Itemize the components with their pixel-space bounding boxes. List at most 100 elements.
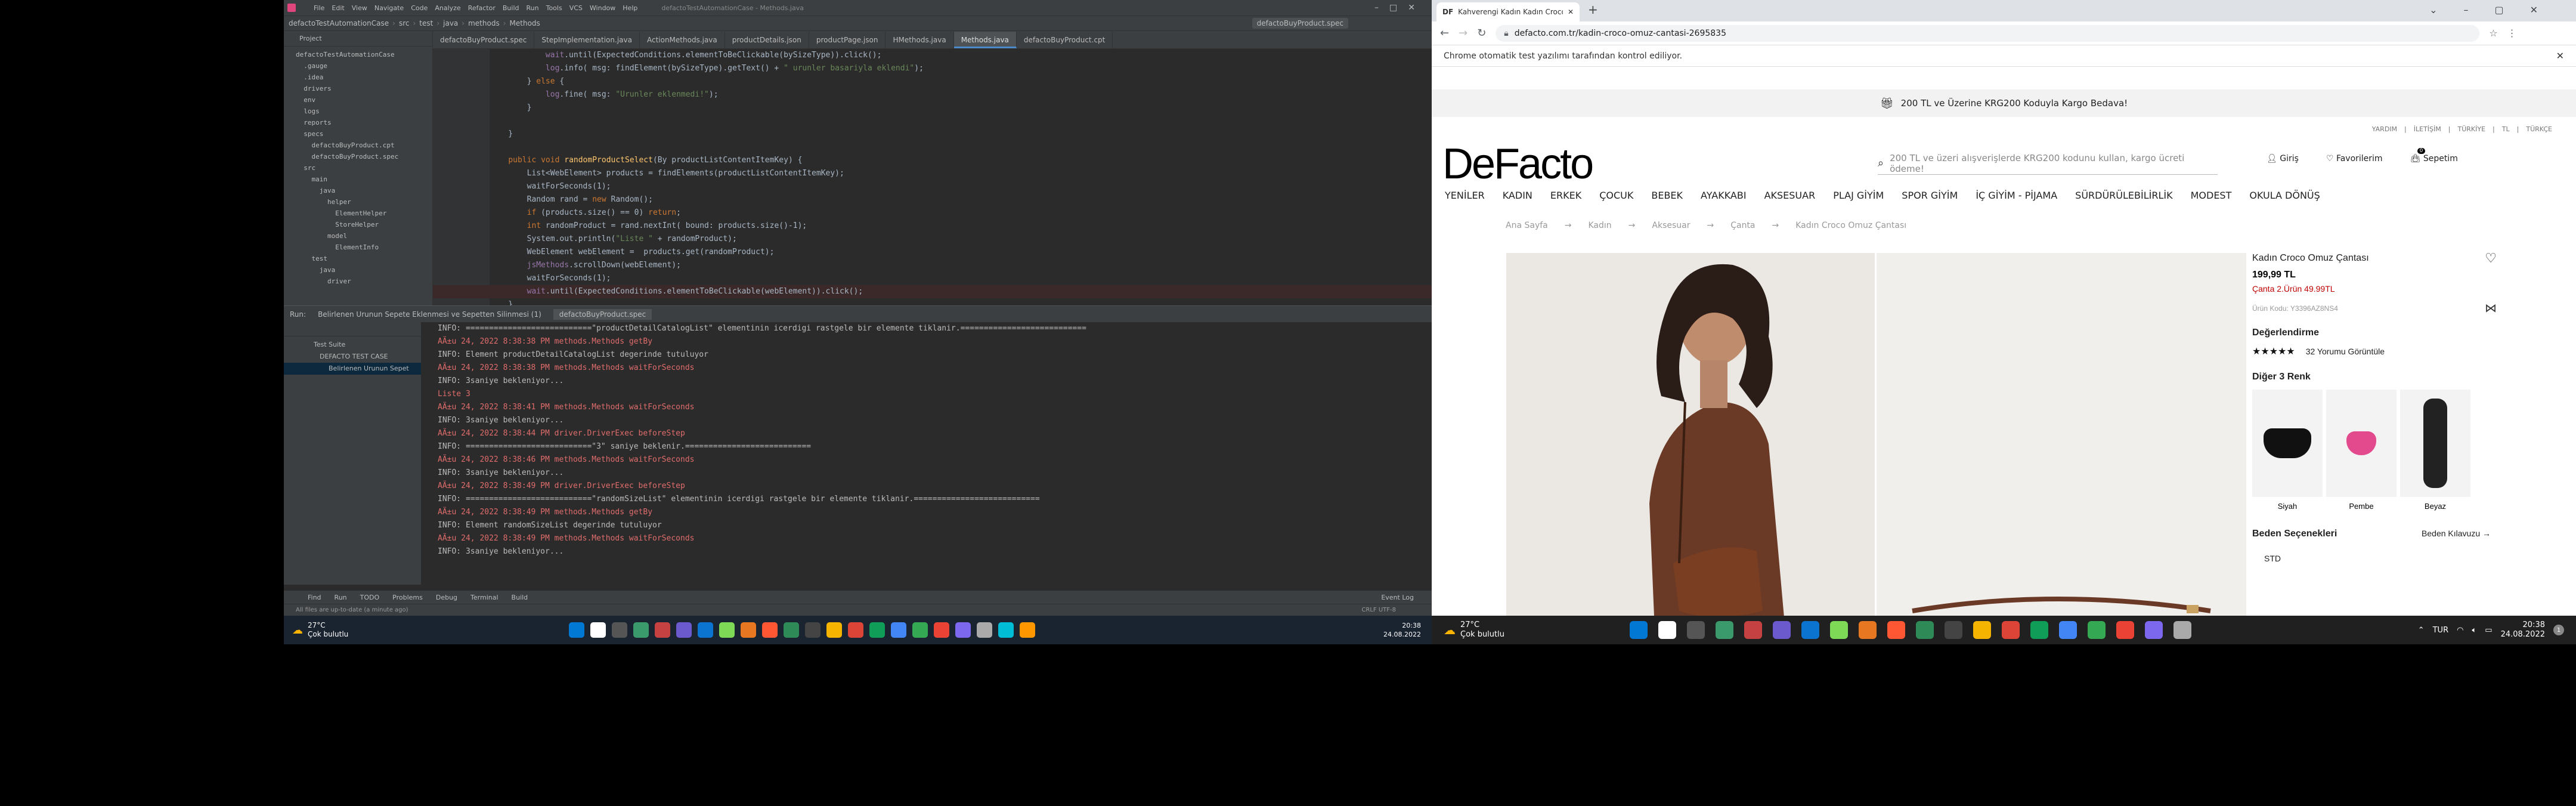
scenario-node[interactable]: Belirlenen Urunun Sepet xyxy=(284,363,421,375)
window-controls[interactable]: ⌄–▢✕ xyxy=(2429,4,2564,16)
project-tree-item[interactable]: drivers xyxy=(296,83,432,94)
code-line[interactable]: wait.until(ExpectedConditions.elementToB… xyxy=(490,285,1432,298)
run-tab-scenario[interactable]: Belirlenen Urunun Sepete Eklenmesi ve Se… xyxy=(318,310,541,319)
breadcrumb-item[interactable]: Ana Sayfa xyxy=(1506,221,1548,230)
project-tree-item[interactable]: driver xyxy=(296,276,432,287)
project-tree-item[interactable]: .idea xyxy=(296,72,432,83)
code-line[interactable]: wait.until(ExpectedConditions.elementToB… xyxy=(490,49,1432,62)
project-tree-item[interactable]: .gauge xyxy=(296,60,432,72)
taskbar-app-icon[interactable] xyxy=(1715,621,1733,639)
project-tree-item[interactable]: ElementHelper xyxy=(296,208,432,219)
wifi-icon[interactable]: ◠ xyxy=(2457,626,2463,635)
tool-tab-problems[interactable]: Problems xyxy=(392,594,423,601)
taskbar-app-icon[interactable] xyxy=(2001,621,2020,639)
color-option-pink[interactable]: Pembe xyxy=(2326,390,2397,511)
color-option-white[interactable]: Beyaz xyxy=(2400,390,2470,511)
project-tree-item[interactable]: main xyxy=(296,174,432,185)
code-editor[interactable]: wait.until(ExpectedConditions.elementToB… xyxy=(490,49,1432,309)
favorites-link[interactable]: ♡ Favorilerim xyxy=(2326,154,2383,163)
taskbar-app-icon[interactable] xyxy=(998,622,1014,638)
category-nav-item[interactable]: ERKEK xyxy=(1550,190,1581,201)
util-link[interactable]: YARDIM xyxy=(2372,125,2397,133)
code-line[interactable]: } else { xyxy=(490,75,1432,88)
weather-widget[interactable]: 27°C Çok bulutlu xyxy=(308,621,348,639)
category-nav-item[interactable]: AKSESUAR xyxy=(1764,190,1816,201)
menu-tools[interactable]: Tools xyxy=(546,4,562,12)
util-link[interactable]: TL xyxy=(2502,125,2510,133)
editor-tab[interactable]: productDetails.json xyxy=(725,32,809,48)
taskbar-app-icon[interactable] xyxy=(569,622,585,638)
run-console[interactable]: INFO: ==========================="produc… xyxy=(421,322,1432,585)
size-option-std[interactable]: STD xyxy=(2264,554,2491,563)
campaign-text[interactable]: Çanta 2.Ürün 49.99TL xyxy=(2252,284,2491,294)
menu-run[interactable]: Run xyxy=(527,4,539,12)
promo-banner[interactable]: 🎁︎ 200 TL ve Üzerine KRG200 Koduyla Karg… xyxy=(1432,89,2576,117)
chrome-menu-icon[interactable]: ⋮ xyxy=(2507,27,2517,39)
code-line[interactable]: } xyxy=(490,101,1432,115)
menu-window[interactable]: Window xyxy=(590,4,615,12)
weather-widget[interactable]: 27°C Çok bulutlu xyxy=(1460,620,1504,640)
taskbar-app-icon[interactable] xyxy=(762,622,778,638)
code-line[interactable]: List<WebElement> products = findElements… xyxy=(490,167,1432,180)
breadcrumb-item[interactable]: Kadın xyxy=(1588,221,1611,230)
taskbar-app-icon[interactable] xyxy=(784,622,800,638)
project-tree-item[interactable]: reports xyxy=(296,117,432,128)
taskbar-app-icon[interactable] xyxy=(1915,621,1934,639)
taskbar-app-icon[interactable] xyxy=(719,622,735,638)
window-controls[interactable]: –□✕ xyxy=(1374,3,1426,13)
code-line[interactable]: waitForSeconds(1); xyxy=(490,180,1432,193)
status-encoding[interactable]: CRLF UTF-8 xyxy=(1361,607,1396,613)
category-nav-item[interactable]: ÇOCUK xyxy=(1599,190,1633,201)
code-line[interactable]: log.info( msg: findElement(bySizeType).g… xyxy=(490,62,1432,75)
taskbar-app-icon[interactable] xyxy=(869,622,886,638)
taskbar-clock[interactable]: 20:38 24.08.2022 xyxy=(1383,621,1421,639)
back-icon[interactable]: ← xyxy=(1440,27,1449,39)
code-line[interactable]: if (products.size() == 0) return; xyxy=(490,206,1432,220)
category-nav-item[interactable]: SÜRDÜRÜLEBİLİRLİK xyxy=(2075,190,2172,201)
project-tree-item[interactable]: specs xyxy=(296,128,432,140)
project-tree-item[interactable]: env xyxy=(296,94,432,106)
taskbar-app-icon[interactable] xyxy=(912,622,928,638)
code-line[interactable]: Random rand = new Random(); xyxy=(490,193,1432,206)
taskbar-app-icon[interactable] xyxy=(1629,621,1648,639)
favorite-heart-icon[interactable]: ♡ xyxy=(2485,251,2497,266)
run-config-select[interactable]: defactoBuyProduct.spec xyxy=(1252,18,1348,29)
taskbar-app-icon[interactable] xyxy=(1801,621,1819,639)
code-line[interactable]: log.fine( msg: "Urunler eklenmedi!"); xyxy=(490,88,1432,101)
taskbar-app-icon[interactable] xyxy=(633,622,649,638)
test-suite-node[interactable]: Test Suite xyxy=(284,339,421,351)
project-tree-item[interactable]: test xyxy=(296,253,432,264)
taskbar-app-icon[interactable] xyxy=(1658,621,1676,639)
forward-icon[interactable]: → xyxy=(1459,27,1467,39)
breadcrumb-class[interactable]: Methods xyxy=(510,19,540,27)
color-option-black[interactable]: Siyah xyxy=(2252,390,2323,511)
search-bar[interactable]: ⌕ 200 TL ve üzeri alışverişlerde KRG200 … xyxy=(1878,152,2218,175)
breadcrumb-project[interactable]: defactoTestAutomationCase xyxy=(289,19,389,27)
taskbar-app-icon[interactable] xyxy=(2030,621,2048,639)
menu-file[interactable]: File xyxy=(314,4,324,12)
taskbar-app-icon[interactable] xyxy=(1020,622,1036,638)
project-tree-item[interactable]: src xyxy=(296,162,432,174)
project-tree-item[interactable]: logs xyxy=(296,106,432,117)
project-tree-item[interactable]: helper xyxy=(296,196,432,208)
taskbar-app-icon[interactable] xyxy=(934,622,950,638)
tool-tab-terminal[interactable]: Terminal xyxy=(470,594,499,601)
defacto-logo[interactable]: DeFacto xyxy=(1442,140,1594,189)
category-nav-item[interactable]: KADIN xyxy=(1503,190,1532,201)
code-line[interactable]: int randomProduct = rand.nextInt( bound:… xyxy=(490,220,1432,233)
menu-code[interactable]: Code xyxy=(411,4,428,12)
url-text[interactable]: defacto.com.tr/kadin-croco-omuz-cantasi-… xyxy=(1515,29,1726,38)
tool-tab-find[interactable]: Find xyxy=(308,594,321,601)
code-line[interactable]: WebElement webElement = products.get(ran… xyxy=(490,246,1432,259)
tool-tab-debug[interactable]: Debug xyxy=(436,594,457,601)
taskbar-app-icon[interactable] xyxy=(612,622,628,638)
code-line[interactable]: System.out.println("Liste " + randomProd… xyxy=(490,233,1432,246)
project-tree-item[interactable]: StoreHelper xyxy=(296,219,432,230)
taskbar-app-icon[interactable] xyxy=(805,622,821,638)
tab-close-icon[interactable]: ✕ xyxy=(1568,8,1574,16)
reviews-link[interactable]: 32 Yorumu Görüntüle xyxy=(2306,347,2385,356)
taskbar-app-icon[interactable] xyxy=(655,622,671,638)
taskbar-app-icon[interactable] xyxy=(698,622,714,638)
taskbar-app-icon[interactable] xyxy=(848,622,864,638)
menu-refactor[interactable]: Refactor xyxy=(468,4,496,12)
